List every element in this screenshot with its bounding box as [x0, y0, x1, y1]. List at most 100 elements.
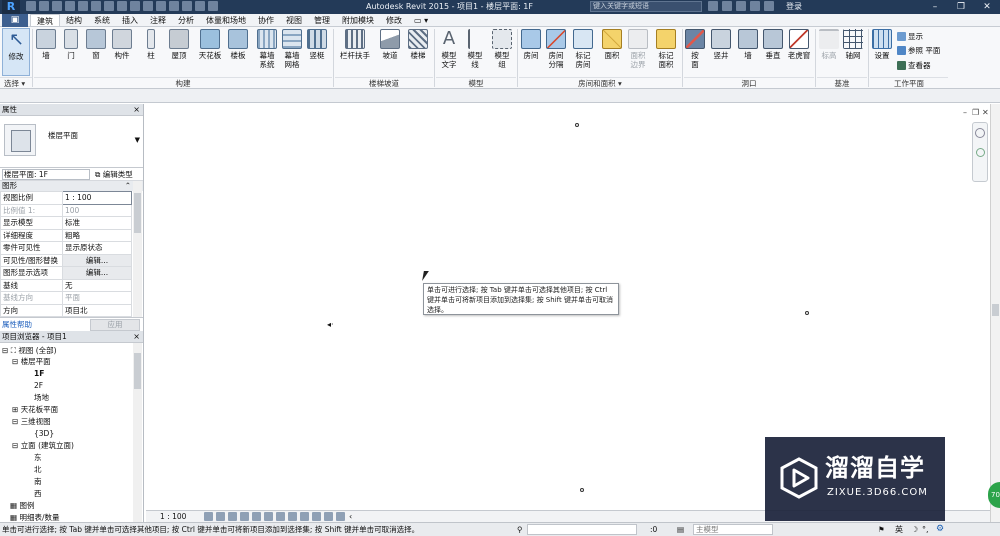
- door-button[interactable]: 门: [60, 28, 82, 76]
- mullion-button[interactable]: 竖梃: [306, 28, 328, 76]
- tree-node-south[interactable]: 南: [34, 476, 42, 487]
- crop-view-icon[interactable]: [264, 512, 273, 521]
- redo-icon[interactable]: [78, 1, 88, 11]
- zoom-icon[interactable]: [976, 148, 985, 157]
- tree-node-floor-plans[interactable]: ⊟ 楼层平面: [12, 356, 51, 367]
- parts-visibility-field[interactable]: 显示原状态: [62, 241, 132, 255]
- properties-scrollbar[interactable]: [133, 181, 142, 317]
- apply-button[interactable]: 应用: [90, 319, 140, 331]
- stair-button[interactable]: 楼梯: [406, 28, 430, 76]
- tab-annotate[interactable]: 注释: [144, 14, 172, 26]
- tree-node-north[interactable]: 北: [34, 464, 42, 475]
- scroll-left-icon[interactable]: ‹: [349, 511, 352, 522]
- star-icon[interactable]: [750, 1, 760, 11]
- login-link[interactable]: 登录: [786, 1, 802, 13]
- ime-indicator[interactable]: 英: [895, 523, 903, 536]
- tree-node-3d-views[interactable]: ⊟ 三维视图: [12, 416, 51, 427]
- tab-modify[interactable]: 修改: [380, 14, 408, 26]
- save-icon[interactable]: [39, 1, 49, 11]
- graphic-display-edit-button[interactable]: 编辑...: [62, 266, 132, 280]
- section-icon[interactable]: [169, 1, 179, 11]
- elevation-marker-south[interactable]: [580, 488, 584, 492]
- search-input[interactable]: 键入关键字或短语: [590, 1, 702, 12]
- view-restore-icon[interactable]: ❐: [972, 108, 979, 117]
- edit-type-button[interactable]: ⧉ 编辑类型: [95, 168, 133, 181]
- design-option-dropdown[interactable]: 主模型: [693, 524, 773, 535]
- tree-node-3d[interactable]: {3D}: [34, 428, 54, 439]
- dormer-button[interactable]: 老虎窗: [786, 28, 812, 76]
- measure-icon[interactable]: [104, 1, 114, 11]
- view-minimize-icon[interactable]: –: [963, 108, 967, 117]
- view-scale[interactable]: 1 : 100: [160, 511, 186, 522]
- tree-node-ceiling-plans[interactable]: ⊞ 天花板平面: [12, 404, 58, 415]
- close-icon[interactable]: ✕: [974, 0, 1000, 14]
- curtain-system-button[interactable]: 幕墙 系统: [254, 28, 280, 76]
- visual-style-icon[interactable]: [216, 512, 225, 521]
- scroll-thumb[interactable]: [134, 193, 141, 233]
- category-graphics[interactable]: 图形 ⌃: [0, 181, 143, 191]
- tree-node-east[interactable]: 东: [34, 452, 42, 463]
- tree-node-views[interactable]: ⊟ ⛶ 视图 (全部): [2, 345, 57, 356]
- analytical-model-icon[interactable]: [324, 512, 333, 521]
- tab-architecture[interactable]: 建筑: [30, 14, 60, 26]
- close-icon[interactable]: ×: [133, 331, 140, 343]
- 3d-view-icon[interactable]: [156, 1, 166, 11]
- tab-add-ins[interactable]: 附加模块: [336, 14, 380, 26]
- tab-view[interactable]: 视图: [280, 14, 308, 26]
- type-selector[interactable]: 楼层平面 ▼: [0, 116, 143, 168]
- application-menu-button[interactable]: ▣: [2, 14, 28, 27]
- reveal-hidden-icon[interactable]: [312, 512, 321, 521]
- model-group-button[interactable]: 模型 组: [490, 28, 514, 76]
- select-dropdown[interactable]: 选择 ▾: [0, 77, 32, 88]
- browser-scrollbar[interactable]: [133, 343, 142, 523]
- filter-icon[interactable]: ▤: [677, 523, 684, 536]
- detail-level-field[interactable]: 粗略: [62, 228, 132, 242]
- navigation-bar[interactable]: [972, 122, 988, 182]
- shadows-icon[interactable]: [240, 512, 249, 521]
- vertical-opening-button[interactable]: 垂直: [762, 28, 784, 76]
- scroll-thumb[interactable]: [134, 353, 141, 389]
- grid-button[interactable]: 轴网: [842, 28, 864, 76]
- tab-analyze[interactable]: 分析: [172, 14, 200, 26]
- wall-opening-button[interactable]: 墙: [737, 28, 759, 76]
- model-text-button[interactable]: A 模型 文字: [438, 28, 460, 76]
- steering-wheel-icon[interactable]: [975, 128, 985, 138]
- minimize-icon[interactable]: –: [922, 0, 948, 14]
- tree-node-2f[interactable]: 2F: [34, 380, 43, 391]
- view-close-icon[interactable]: ✕: [982, 108, 989, 117]
- tab-structure[interactable]: 结构: [60, 14, 88, 26]
- crop-region-icon[interactable]: [276, 512, 285, 521]
- tree-node-legends[interactable]: ▦ 图例: [10, 500, 34, 511]
- room-area-panel-label[interactable]: 房间和面积 ▾: [519, 77, 681, 88]
- tab-insert[interactable]: 插入: [116, 14, 144, 26]
- close-hidden-icon[interactable]: [195, 1, 205, 11]
- tab-systems[interactable]: 系统: [88, 14, 116, 26]
- by-face-button[interactable]: 按 面: [685, 28, 705, 76]
- underlay-field[interactable]: 无: [62, 278, 132, 292]
- ceiling-button[interactable]: 天花板: [196, 28, 224, 76]
- revit-app-icon[interactable]: R: [2, 0, 20, 14]
- workset-dropdown[interactable]: [527, 524, 637, 535]
- open-icon[interactable]: [26, 1, 36, 11]
- detail-level-icon[interactable]: [204, 512, 213, 521]
- shaft-button[interactable]: 竖井: [709, 28, 733, 76]
- settings-gear-icon[interactable]: ⚙: [936, 523, 944, 536]
- tab-massing-site[interactable]: 体量和场地: [200, 14, 252, 26]
- key-icon[interactable]: [722, 1, 732, 11]
- display-model-field[interactable]: 标准: [62, 216, 132, 230]
- elevation-marker-north[interactable]: [575, 123, 579, 127]
- instance-selector[interactable]: 楼层平面: 1F: [2, 169, 90, 180]
- roof-button[interactable]: 屋顶: [166, 28, 192, 76]
- dimension-icon[interactable]: [117, 1, 127, 11]
- tag-icon[interactable]: [130, 1, 140, 11]
- model-line-button[interactable]: 模型 线: [464, 28, 486, 76]
- vg-overrides-edit-button[interactable]: 编辑...: [62, 253, 132, 267]
- collapse-icon[interactable]: ⌃: [125, 181, 131, 191]
- worksets-icon[interactable]: ⚲: [517, 523, 523, 536]
- temp-hide-icon[interactable]: [300, 512, 309, 521]
- render-icon[interactable]: [252, 512, 261, 521]
- elevation-marker-west[interactable]: ◂·: [327, 320, 334, 329]
- floor-button[interactable]: 楼板: [226, 28, 250, 76]
- viewer-button[interactable]: 查看器: [897, 60, 931, 71]
- tree-node-elevations[interactable]: ⊟ 立面 (建筑立面): [12, 440, 74, 451]
